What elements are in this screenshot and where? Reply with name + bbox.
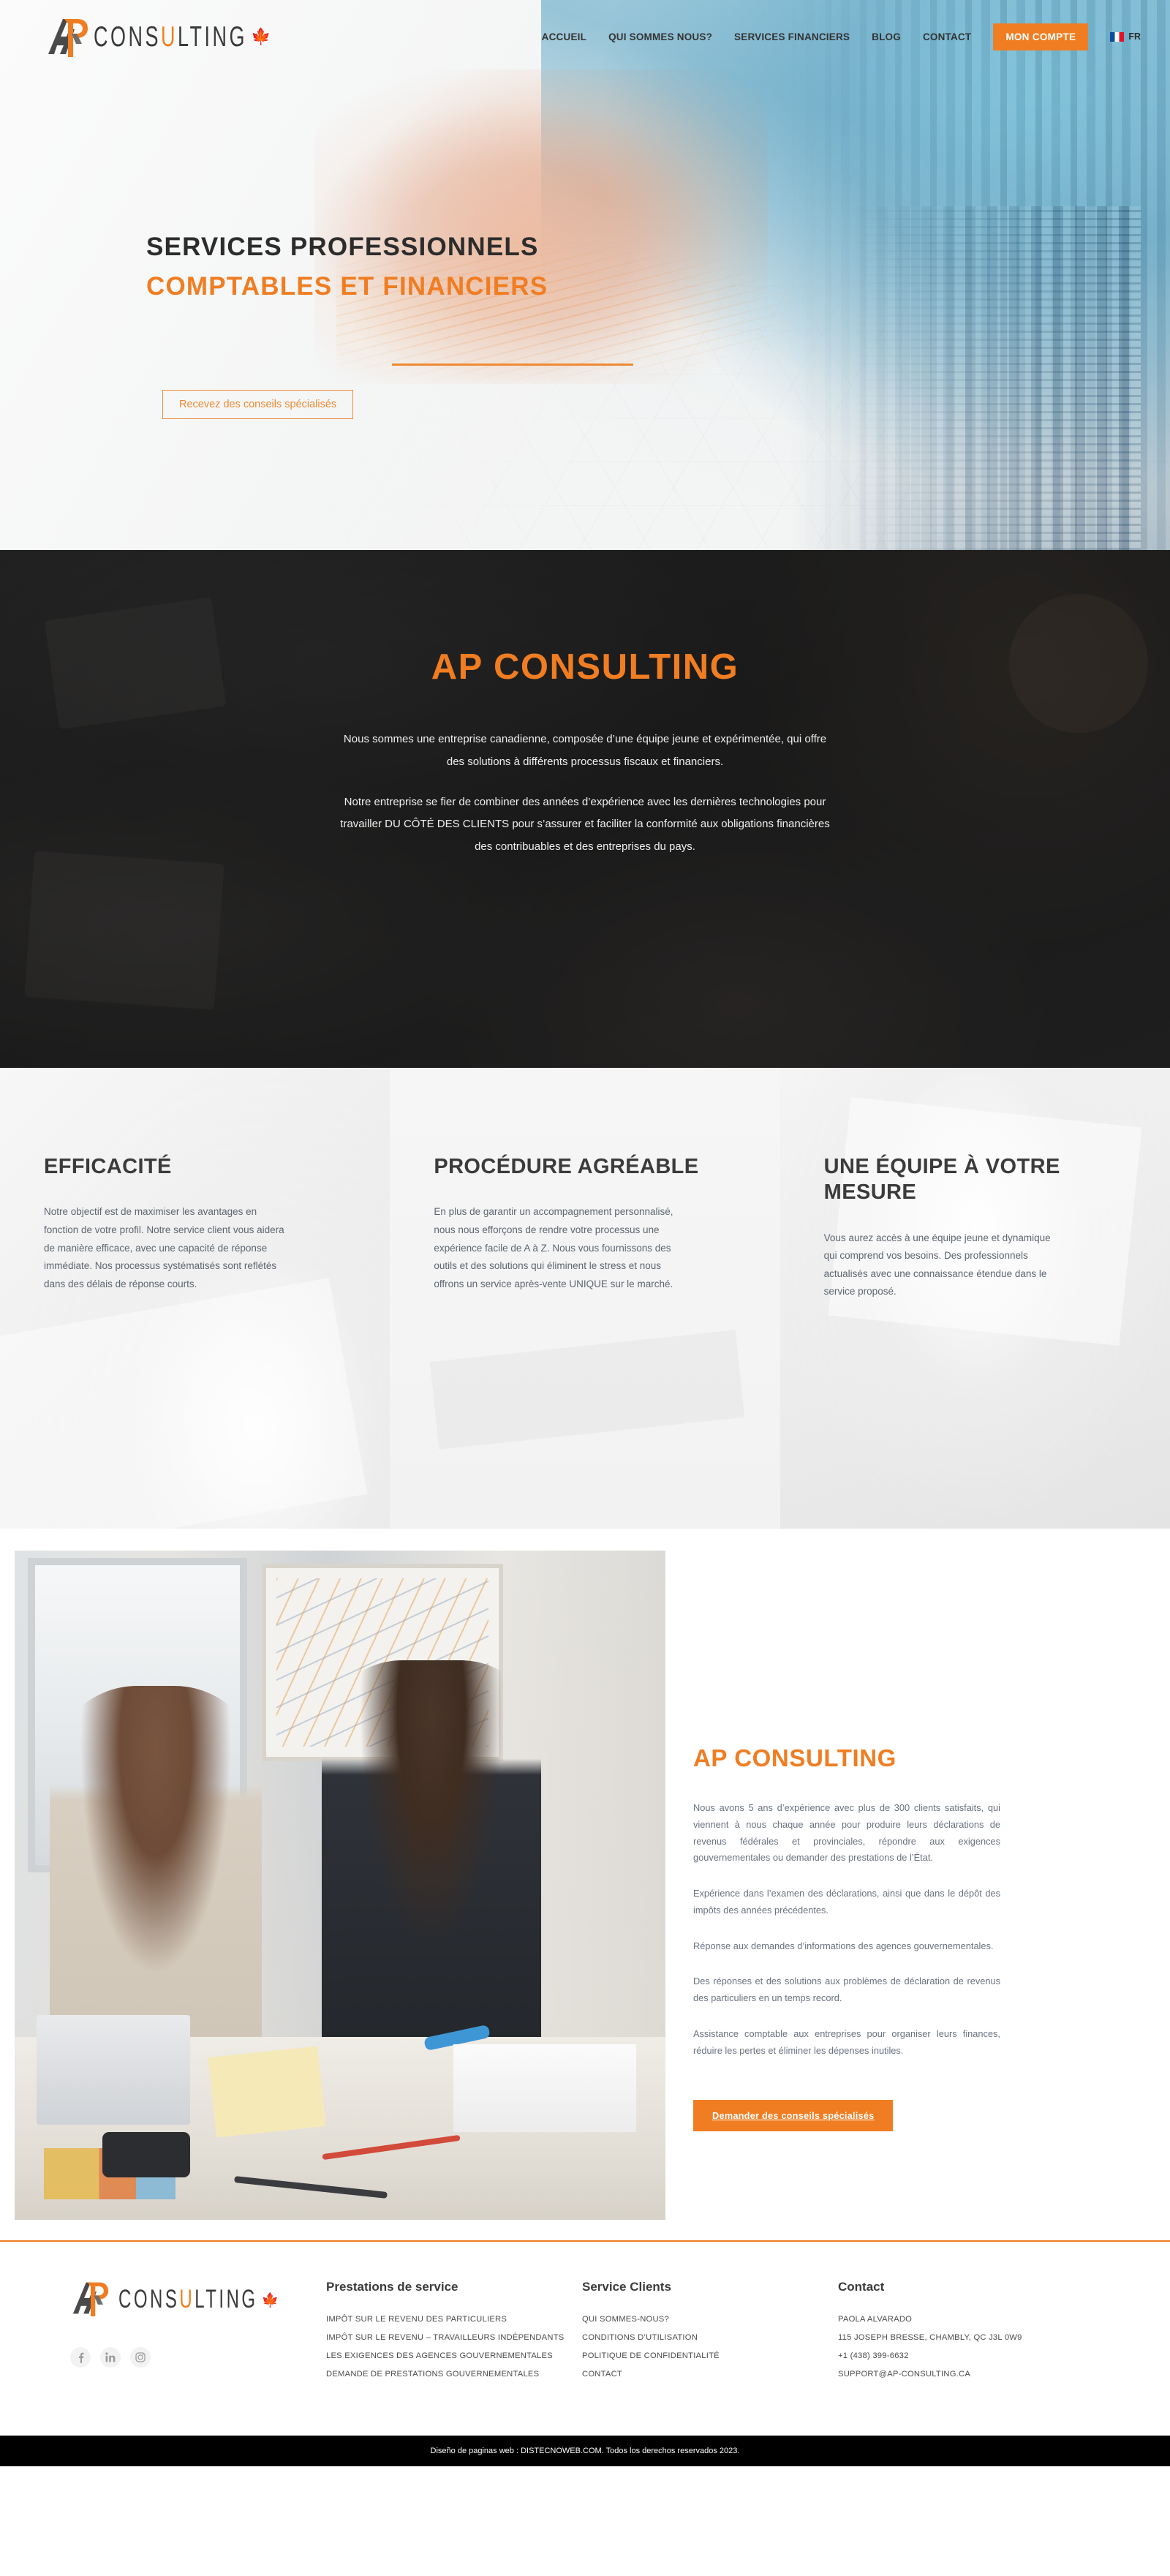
footer-logo-wordmark: CONSULTING [118, 2285, 258, 2314]
site-logo[interactable]: CONSULTING 🍁 [45, 16, 271, 57]
instagram-icon[interactable] [130, 2347, 151, 2368]
language-label: FR [1128, 31, 1141, 42]
footer-contact-column: Contact PAOLA ALVARADO 115 JOSEPH BRESSE… [838, 2280, 1131, 2388]
footer-link-impot-independants[interactable]: IMPÔT SUR LE REVENU – TRAVAILLEURS INDÉP… [326, 2333, 582, 2342]
ap-monogram-icon [45, 16, 91, 57]
photo-person-woman [50, 1686, 262, 2066]
footer-link-exigences-agences[interactable]: LES EXIGENCES DES AGENCES GOUVERNEMENTAL… [326, 2351, 582, 2360]
linkedin-icon[interactable] [100, 2347, 121, 2368]
hero-heading-line1: SERVICES PROFESSIONNELS [146, 233, 539, 261]
feature-1-title: EFFICACITÉ [44, 1155, 172, 1178]
footer-contact-name: PAOLA ALVARADO [838, 2315, 913, 2324]
footer-services-column: Prestations de service IMPÔT SUR LE REVE… [326, 2280, 582, 2388]
photo-laptop [37, 2015, 190, 2125]
footer-link-qui-sommes-nous[interactable]: QUI SOMMES-NOUS? [582, 2315, 838, 2324]
company-paragraph-3: Réponse aux demandes d’informations des … [693, 1940, 994, 1951]
company-details-text: AP CONSULTING Nous avons 5 ans d’expérie… [680, 1529, 1170, 2242]
footer-services-heading: Prestations de service [326, 2280, 458, 2294]
hero-section: CONSULTING 🍁 ACCUEIL QUI SOMMES NOUS? SE… [0, 0, 1170, 550]
about-paragraph-1: Nous sommes une entreprise canadienne, c… [343, 733, 827, 768]
footer-link-conditions[interactable]: CONDITIONS D’UTILISATION [582, 2333, 838, 2342]
mon-compte-button[interactable]: MON COMPTE [993, 23, 1089, 50]
footer-contact-email[interactable]: SUPPORT@AP-CONSULTING.CA [838, 2370, 1131, 2379]
about-title: AP CONSULTING [431, 647, 739, 687]
feature-3-title: UNE ÉQUIPE À VOTRE MESURE [823, 1155, 1060, 1205]
footer-link-confidentialite[interactable]: POLITIQUE DE CONFIDENTIALITÉ [582, 2351, 838, 2360]
feature-2-title: PROCÉDURE AGRÉABLE [434, 1155, 699, 1178]
company-details-title: AP CONSULTING [693, 1744, 897, 1771]
footer-contact-phone[interactable]: +1 (438) 399-6632 [838, 2351, 1131, 2360]
team-meeting-photo [15, 1551, 665, 2220]
copyright-bar: Diseño de paginas web : DISTECNOWEB.COM.… [0, 2436, 1170, 2466]
footer-clients-heading: Service Clients [582, 2280, 671, 2294]
ap-monogram-icon [70, 2280, 116, 2321]
hero-cta-button[interactable]: Recevez des conseils spécialisés [162, 390, 354, 419]
hero-heading: SERVICES PROFESSIONNELS COMPTABLES ET FI… [146, 233, 548, 301]
hero-heading-line2: COMPTABLES ET FINANCIERS [146, 272, 548, 301]
feature-card-efficacite: EFFICACITÉ Notre objectif est de maximis… [0, 1068, 390, 1529]
feature-1-body: Notre objectif est de maximiser les avan… [44, 1206, 284, 1289]
site-footer: CONSULTING 🍁 Prestations de service IMPÔ… [0, 2242, 1170, 2436]
company-details-section: AP CONSULTING Nous avons 5 ans d’expérie… [0, 1529, 1170, 2242]
feature-3-body: Vous aurez accès à une équipe jeune et d… [823, 1232, 1051, 1298]
copyright-text: Diseño de paginas web : DISTECNOWEB.COM.… [430, 2447, 740, 2455]
photo-smartphone [102, 2132, 190, 2177]
feature-2-body: En plus de garantir un accompagnement pe… [434, 1206, 673, 1289]
nav-contact[interactable]: CONTACT [923, 31, 971, 42]
footer-social-links [70, 2347, 326, 2368]
footer-brand-column: CONSULTING 🍁 [70, 2280, 326, 2388]
hero-divider [392, 364, 633, 366]
language-selector[interactable]: FR [1110, 31, 1141, 42]
facebook-icon[interactable] [70, 2347, 91, 2368]
footer-logo[interactable]: CONSULTING 🍁 [70, 2280, 326, 2321]
logo-wordmark: CONSULTING [94, 20, 248, 53]
about-section: AP CONSULTING Nous sommes une entreprise… [0, 550, 1170, 1068]
footer-contact-heading: Contact [838, 2280, 885, 2294]
company-paragraph-5: Assistance comptable aux entreprises pou… [693, 2027, 1000, 2056]
footer-link-prestations-gouvernementales[interactable]: DEMANDE DE PRESTATIONS GOUVERNEMENTALES [326, 2370, 582, 2379]
about-paragraph-2: Notre entreprise se fier de combiner des… [340, 795, 830, 854]
nav-blog[interactable]: BLOG [872, 31, 901, 42]
maple-leaf-icon: 🍁 [261, 2293, 279, 2308]
photo-sticky-notes [208, 2046, 326, 2138]
company-paragraph-2: Expérience dans l’examen des déclaration… [693, 1888, 1000, 1916]
nav-accueil[interactable]: ACCUEIL [542, 31, 586, 42]
company-paragraph-1: Nous avons 5 ans d’expérience avec plus … [693, 1802, 1000, 1864]
footer-link-impot-particuliers[interactable]: IMPÔT SUR LE REVENU DES PARTICULIERS [326, 2315, 582, 2324]
nav-qui-sommes-nous[interactable]: QUI SOMMES NOUS? [608, 31, 712, 42]
company-paragraph-4: Des réponses et des solutions aux problè… [693, 1976, 1000, 2004]
team-photo-container [0, 1529, 680, 2242]
photo-person-man [322, 1660, 541, 2070]
feature-card-equipe: UNE ÉQUIPE À VOTRE MESURE Vous aurez acc… [780, 1068, 1170, 1529]
footer-contact-address: 115 JOSEPH BRESSE, CHAMBLY, QC J3L 0W9 [838, 2333, 1022, 2342]
maple-leaf-icon: 🍁 [251, 27, 271, 45]
top-navigation-bar: CONSULTING 🍁 ACCUEIL QUI SOMMES NOUS? SE… [0, 0, 1170, 73]
footer-clients-column: Service Clients QUI SOMMES-NOUS? CONDITI… [582, 2280, 838, 2388]
request-advice-button[interactable]: Demander des conseils spécialisés [693, 2100, 894, 2132]
footer-link-contact[interactable]: CONTACT [582, 2370, 838, 2379]
france-flag-icon [1110, 31, 1125, 42]
nav-services-financiers[interactable]: SERVICES FINANCIERS [734, 31, 850, 42]
main-nav: ACCUEIL QUI SOMMES NOUS? SERVICES FINANC… [542, 23, 1141, 50]
features-section: EFFICACITÉ Notre objectif est de maximis… [0, 1068, 1170, 1529]
hero-city-buildings [834, 206, 1141, 550]
photo-notebook [453, 2044, 636, 2132]
feature-card-procedure: PROCÉDURE AGRÉABLE En plus de garantir u… [390, 1068, 780, 1529]
